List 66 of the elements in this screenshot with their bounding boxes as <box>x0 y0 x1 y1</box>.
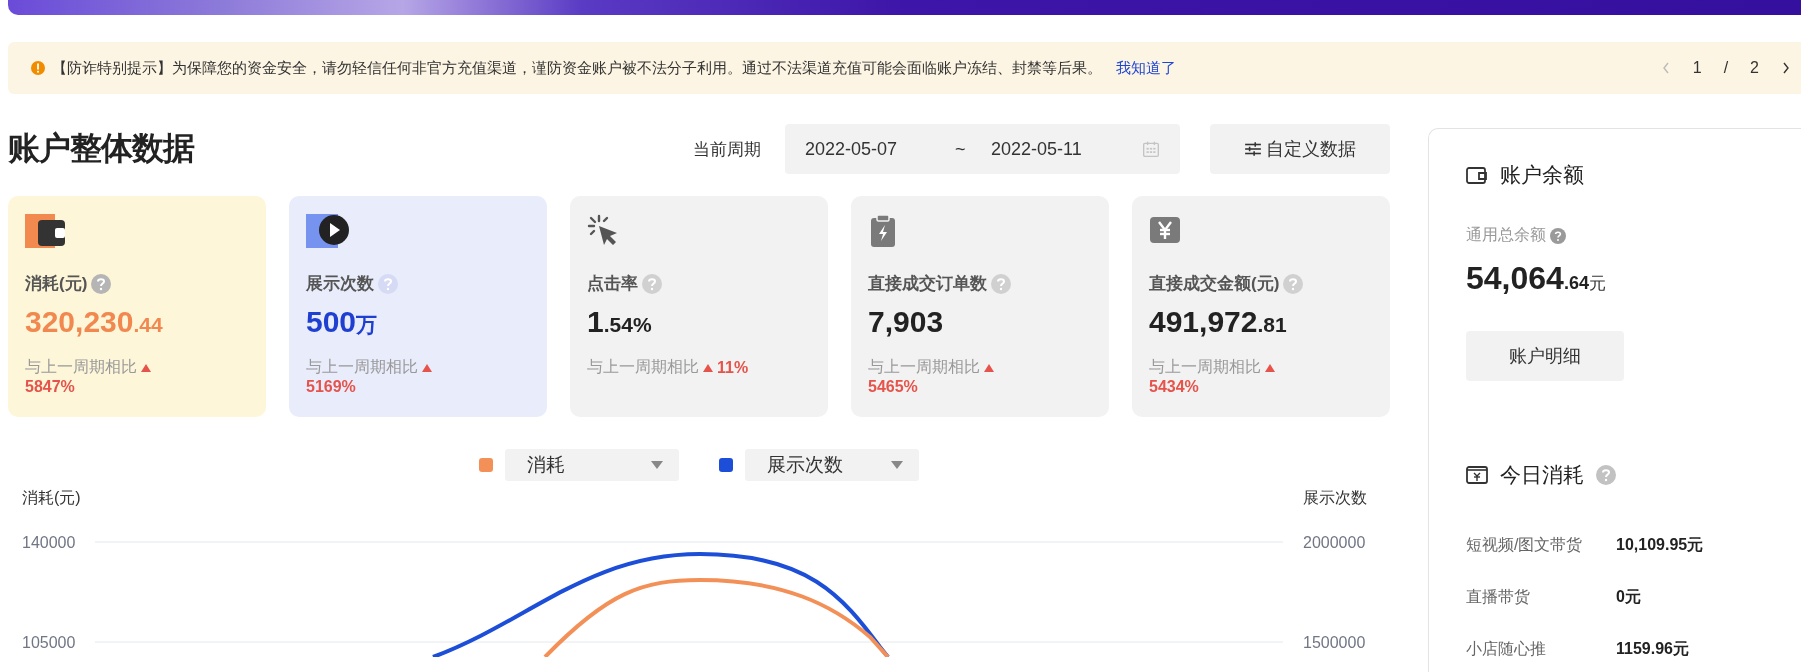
metric-label: 直接成交金额(元) <box>1149 273 1280 295</box>
help-icon[interactable] <box>1550 227 1566 244</box>
wallet-icon <box>25 214 65 248</box>
metric-label: 直接成交订单数 <box>868 273 987 295</box>
help-icon[interactable] <box>378 273 398 294</box>
axis-tick-label: 2000000 <box>1303 534 1366 551</box>
comparison-label: 与上一周期相比 <box>587 357 699 377</box>
axis-tick-label: 140000 <box>22 534 76 551</box>
change-value: 5169% <box>306 378 356 396</box>
caret-icon <box>891 461 903 469</box>
page-separator: / <box>1723 59 1729 77</box>
metric-label: 消耗(元) <box>25 273 88 295</box>
calendar-icon <box>1142 140 1160 158</box>
spend-category: 小店随心推 <box>1466 639 1547 659</box>
help-icon[interactable] <box>91 273 112 294</box>
spend-amount: 0元 <box>1616 587 1641 607</box>
page-total: 2 <box>1750 59 1759 77</box>
help-icon[interactable] <box>1283 273 1304 294</box>
spend-category: 直播带货 <box>1466 587 1531 607</box>
axis-title: 展示次数 <box>1303 489 1367 506</box>
series-dropdown[interactable]: 展示次数 <box>745 449 919 481</box>
wallet-icon <box>1466 165 1488 185</box>
account-detail-button[interactable]: 账户明细 <box>1466 331 1624 381</box>
change-value: 11% <box>717 358 749 377</box>
warning-icon <box>30 60 46 76</box>
caret-icon <box>651 461 663 469</box>
metric-value: 491,972.81 <box>1149 305 1288 339</box>
change-value: 5847% <box>25 378 75 396</box>
notice-text: 【防诈特别提示】为保障您的资金安全，请勿轻信任何非官方充值渠道，谨防资金账户被不法分子利用。通过不法渠道充值可能会面临账户冻结、封禁等后果。 <box>52 58 1102 78</box>
video-play-icon <box>306 214 350 248</box>
axis-tick-label: 1500000 <box>1303 634 1366 651</box>
axis-tick-label: 105000 <box>22 634 76 651</box>
comparison-label: 与上一周期相比 <box>306 357 418 377</box>
date-range-field[interactable]: 2022-05-07 ~ 2022-05-11 <box>785 124 1180 174</box>
metric-value: 320,230.44 <box>25 305 164 339</box>
axis-title: 消耗(元) <box>22 489 81 506</box>
next-icon[interactable] <box>1781 60 1791 76</box>
comparison-label: 与上一周期相比 <box>25 357 137 377</box>
metric-label: 点击率 <box>587 273 638 295</box>
metric-value: 1.54% <box>587 305 653 339</box>
balance-amount: 54,064.64元 <box>1466 260 1607 297</box>
spend-category: 短视频/图文带货 <box>1466 535 1584 555</box>
page-number: 1 <box>1692 59 1702 77</box>
metric-value: 7,903 <box>868 305 945 339</box>
sliders-icon <box>1244 140 1262 158</box>
metric-label: 展示次数 <box>306 273 374 295</box>
help-icon[interactable] <box>1596 465 1616 485</box>
help-icon[interactable] <box>991 273 1011 294</box>
panel-title: 今日消耗 <box>1500 462 1584 488</box>
custom-data-button[interactable]: 自定义数据 <box>1210 124 1390 174</box>
spend-amount: 10,109.95元 <box>1616 535 1704 555</box>
spend-amount: 1159.96元 <box>1616 639 1689 659</box>
help-icon[interactable] <box>642 273 662 294</box>
panel-title: 账户余额 <box>1500 162 1584 188</box>
comparison-label: 与上一周期相比 <box>1149 357 1261 377</box>
comparison-label: 与上一周期相比 <box>868 357 980 377</box>
dismiss-link[interactable]: 我知道了 <box>1116 58 1176 78</box>
metric-value: 500万 <box>306 305 379 339</box>
change-value: 5465% <box>868 378 918 396</box>
yen-card-icon <box>1466 465 1488 485</box>
previous-icon[interactable] <box>1660 60 1671 76</box>
period-label: 当前周期 <box>693 138 761 161</box>
series-dropdown[interactable]: 消耗 <box>505 449 679 481</box>
balance-label: 通用总余额 <box>1466 225 1546 245</box>
section-title: 账户整体数据 <box>8 129 196 168</box>
change-value: 5434% <box>1149 378 1199 396</box>
